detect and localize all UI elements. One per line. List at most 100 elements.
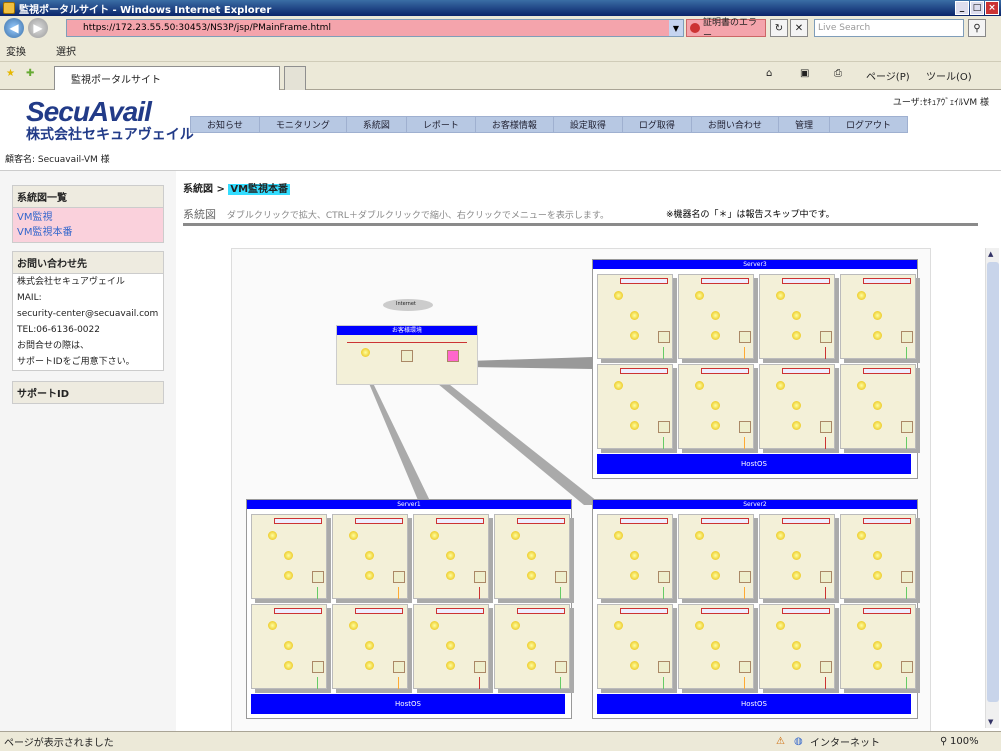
search-input[interactable]: Live Search [814, 19, 964, 37]
tools-menu[interactable]: ツール(O) [926, 68, 972, 83]
vm-node[interactable] [597, 514, 673, 599]
zoom-level[interactable]: 100% [950, 736, 979, 747]
back-button[interactable]: ◀ [4, 18, 24, 38]
diagram-list-title: 系統図一覧 [13, 186, 163, 208]
address-toolbar: ◀ ▶ https://172.23.55.50:30453/NS3P/jsp/… [0, 16, 1001, 41]
vm-node[interactable] [678, 604, 754, 689]
diagram-item-vm-prod[interactable]: VM監視本番 [17, 225, 159, 240]
vm-node[interactable] [332, 514, 408, 599]
add-favorite-icon[interactable]: ✚ [26, 68, 34, 79]
globe-icon: ◍ [794, 736, 803, 747]
breadcrumb-current: VM監視本番 [228, 184, 291, 195]
vm-node[interactable] [413, 604, 489, 689]
vm-node[interactable] [759, 604, 835, 689]
server-group[interactable]: Server3 HostOS [592, 259, 918, 479]
vm-node[interactable] [251, 604, 327, 689]
host-os[interactable]: HostOS [597, 694, 911, 714]
vm-node[interactable] [678, 274, 754, 359]
nav-item[interactable]: 系統図 [345, 116, 407, 133]
vm-node[interactable] [413, 514, 489, 599]
new-tab-button[interactable] [284, 66, 306, 90]
diagram-scrollbar[interactable]: ▲ ▼ [985, 248, 999, 728]
contact-line: 株式会社セキュアヴェイル [17, 277, 125, 287]
search-placeholder: Live Search [818, 23, 871, 33]
minimize-button[interactable]: _ [955, 1, 969, 15]
diagram-item-vm[interactable]: VM監視 [17, 210, 159, 225]
nav-item[interactable]: お客様情報 [474, 116, 554, 133]
nav-item[interactable]: 管理 [777, 116, 830, 133]
vm-node[interactable] [678, 514, 754, 599]
close-button[interactable]: × [985, 1, 999, 15]
nav-item[interactable]: お知らせ [190, 116, 260, 133]
vm-node[interactable] [840, 604, 916, 689]
vm-node[interactable] [597, 364, 673, 449]
forward-button[interactable]: ▶ [28, 18, 48, 38]
nav-item[interactable]: レポート [405, 116, 476, 133]
window-titlebar: 監視ポータルサイト - Windows Internet Explorer _ … [0, 0, 1001, 16]
vm-node[interactable] [597, 604, 673, 689]
logo-sub: 株式会社セキュアヴェイル [26, 126, 194, 142]
vm-node[interactable] [494, 604, 570, 689]
print-icon[interactable]: ⎙ [834, 68, 842, 79]
info-label: 系統図 [183, 208, 216, 221]
vm-node[interactable] [332, 604, 408, 689]
server-group[interactable]: Server2 HostOS [592, 499, 918, 719]
cert-error-button[interactable]: 証明書のエラー [686, 18, 766, 41]
zoom-icon[interactable]: ⚲ [940, 736, 947, 747]
chevron-down-icon[interactable]: ▼ [669, 20, 683, 36]
nav-item[interactable]: モニタリング [258, 116, 347, 133]
info-line: 系統図 ダブルクリックで拡大、CTRL＋ダブルクリックで縮小、右クリックでメニュ… [183, 206, 609, 222]
info-hint: ダブルクリックで拡大、CTRL＋ダブルクリックで縮小、右クリックでメニューを表示… [226, 211, 610, 221]
url-text: https://172.23.55.50:30453/NS3P/jsp/PMai… [83, 23, 331, 33]
home-icon[interactable]: ⌂ [766, 68, 772, 79]
system-diagram[interactable]: Internet お客様環境 Server3 HostOS Server1 HostO… [231, 248, 931, 731]
vm-node[interactable] [251, 514, 327, 599]
contact-title: お問い合わせ先 [13, 252, 163, 274]
breadcrumb-root[interactable]: 系統図 > [183, 184, 225, 195]
stop-icon[interactable]: ✕ [790, 19, 808, 37]
convert-menu[interactable]: 変換 [6, 43, 26, 58]
feed-icon[interactable]: ▣ [800, 68, 809, 79]
sidebar: 系統図一覧 VM監視 VM監視本番 お問い合わせ先 株式会社セキュアヴェイル M… [0, 171, 176, 731]
customer-env[interactable]: お客様環境 [336, 325, 478, 385]
tab-title: 監視ポータルサイト [71, 75, 161, 86]
page-menu[interactable]: ページ(P) [866, 68, 910, 83]
maximize-button[interactable]: □ [970, 1, 984, 15]
diagram-list-box: 系統図一覧 VM監視 VM監視本番 [12, 185, 164, 243]
nav-item[interactable]: お問い合わせ [690, 116, 779, 133]
ie-icon [3, 2, 15, 14]
breadcrumb: 系統図 > VM監視本番 [183, 180, 291, 195]
user-label: ユーザ:ｾｷｭｱｳﾞｪｲﾙVM 様 [892, 98, 989, 108]
vm-node[interactable] [597, 274, 673, 359]
host-os[interactable]: HostOS [251, 694, 565, 714]
tab-portal[interactable]: 監視ポータルサイト [54, 66, 280, 90]
refresh-icon[interactable]: ↻ [770, 19, 788, 37]
search-icon[interactable]: ⚲ [968, 19, 986, 37]
vm-node[interactable] [840, 514, 916, 599]
vm-node[interactable] [759, 364, 835, 449]
select-menu[interactable]: 選択 [56, 43, 76, 58]
zone-label: インターネット [810, 738, 880, 749]
vm-node[interactable] [840, 274, 916, 359]
contact-box: お問い合わせ先 株式会社セキュアヴェイル MAIL: security-cent… [12, 251, 164, 371]
nav-item[interactable]: ログ取得 [621, 116, 692, 133]
nav-item[interactable]: 設定取得 [552, 116, 623, 133]
server-group[interactable]: Server1 HostOS [246, 499, 572, 719]
host-os[interactable]: HostOS [597, 454, 911, 474]
nav-item[interactable]: ログアウト [828, 116, 908, 133]
vm-node[interactable] [494, 514, 570, 599]
server-name: Server2 [593, 500, 917, 509]
favorites-icon[interactable]: ★ [6, 68, 15, 79]
cloud-label: Internet [396, 301, 416, 307]
tab-bar: ★ ✚ 監視ポータルサイト ⌂ ▣ ⎙ ページ(P) ツール(O) [0, 62, 1001, 90]
vm-node[interactable] [840, 364, 916, 449]
vm-node[interactable] [759, 274, 835, 359]
cert-error-label: 証明書のエラー [703, 18, 758, 41]
vm-node[interactable] [678, 364, 754, 449]
contact-line: お問合せの際は、 [17, 341, 90, 351]
address-bar[interactable]: https://172.23.55.50:30453/NS3P/jsp/PMai… [66, 19, 684, 37]
vm-node[interactable] [759, 514, 835, 599]
server-name: Server1 [247, 500, 571, 509]
status-bar: ページが表示されました ⚠ ◍ インターネット ⚲ 100% [0, 731, 1001, 751]
window-title: 監視ポータルサイト - Windows Internet Explorer [19, 4, 272, 16]
